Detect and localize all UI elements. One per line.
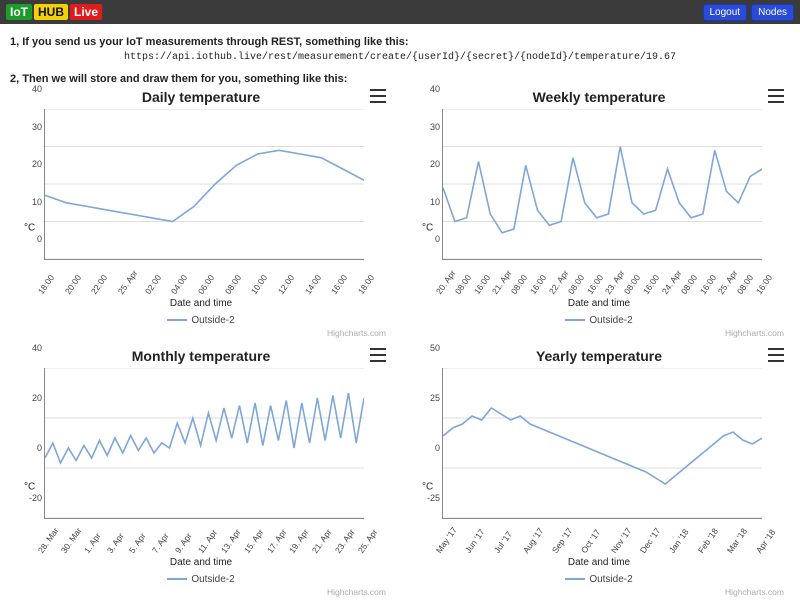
series-line — [443, 408, 762, 484]
y-axis-ticks: -2002040 — [28, 348, 42, 498]
series-line — [45, 150, 364, 221]
chart-yearly: Yearly temperature°C-2502550May '17Jun '… — [408, 348, 790, 597]
plot-area — [442, 109, 762, 260]
legend-label: Outside-2 — [589, 315, 632, 326]
legend-swatch — [565, 578, 585, 580]
nav-buttons: Logout Nodes — [703, 4, 795, 21]
series-line — [45, 393, 364, 463]
page-content: 1, If you send us your IoT measurements … — [0, 24, 800, 607]
chart-legend: Outside-2 — [10, 574, 392, 585]
x-axis-label: Date and time — [408, 557, 790, 568]
nodes-button[interactable]: Nodes — [751, 4, 794, 21]
top-navbar: IoT HUB Live Logout Nodes — [0, 0, 800, 24]
x-axis-ticks: 28. Mar30. Mar1. Apr3. Apr5. Apr7. Apr9.… — [44, 521, 364, 555]
intro-line-2: 2, Then we will store and draw them for … — [10, 73, 790, 85]
x-axis-ticks: May '17Jun '17Jul '17Aug '17Sep '17Oct '… — [442, 521, 762, 555]
y-axis-ticks: 010203040 — [426, 89, 440, 239]
y-axis-ticks: 010203040 — [28, 89, 42, 239]
legend-swatch — [565, 319, 585, 321]
brand-logo: IoT HUB Live — [6, 4, 102, 20]
legend-label: Outside-2 — [191, 315, 234, 326]
chart-title: Monthly temperature — [10, 348, 392, 364]
logout-button[interactable]: Logout — [703, 4, 748, 21]
x-axis-ticks: 18:0020:0022:0025. Apr02:0004:0006:0008:… — [44, 262, 364, 296]
chart-credit[interactable]: Highcharts.com — [408, 587, 784, 597]
plot-area — [442, 368, 762, 519]
charts-grid: Daily temperature°C01020304018:0020:0022… — [10, 89, 790, 597]
chart-credit[interactable]: Highcharts.com — [10, 328, 386, 338]
legend-label: Outside-2 — [191, 574, 234, 585]
series-line — [443, 147, 762, 233]
api-example-url: https://api.iothub.live/rest/measurement… — [10, 52, 790, 63]
chart-title: Weekly temperature — [408, 89, 790, 105]
y-axis-ticks: -2502550 — [426, 348, 440, 498]
legend-swatch — [167, 578, 187, 580]
chart-menu-icon[interactable] — [768, 89, 784, 103]
chart-monthly: Monthly temperature°C-200204028. Mar30. … — [10, 348, 392, 597]
chart-legend: Outside-2 — [10, 315, 392, 326]
chart-legend: Outside-2 — [408, 315, 790, 326]
chart-title: Yearly temperature — [408, 348, 790, 364]
logo-part-1: IoT — [6, 4, 32, 20]
plot-area — [44, 109, 364, 260]
chart-credit[interactable]: Highcharts.com — [408, 328, 784, 338]
plot-area — [44, 368, 364, 519]
logo-part-3: Live — [70, 4, 102, 20]
legend-label: Outside-2 — [589, 574, 632, 585]
chart-title: Daily temperature — [10, 89, 392, 105]
chart-menu-icon[interactable] — [768, 348, 784, 362]
chart-legend: Outside-2 — [408, 574, 790, 585]
x-axis-label: Date and time — [10, 298, 392, 309]
chart-credit[interactable]: Highcharts.com — [10, 587, 386, 597]
x-axis-label: Date and time — [408, 298, 790, 309]
intro-line-1: 1, If you send us your IoT measurements … — [10, 36, 790, 48]
x-axis-ticks: 20. Apr08:0016:0021. Apr08:0016:0022. Ap… — [442, 262, 762, 296]
chart-weekly: Weekly temperature°C01020304020. Apr08:0… — [408, 89, 790, 338]
legend-swatch — [167, 319, 187, 321]
chart-menu-icon[interactable] — [370, 348, 386, 362]
x-axis-label: Date and time — [10, 557, 392, 568]
logo-part-2: HUB — [34, 4, 68, 20]
chart-daily: Daily temperature°C01020304018:0020:0022… — [10, 89, 392, 338]
chart-menu-icon[interactable] — [370, 89, 386, 103]
